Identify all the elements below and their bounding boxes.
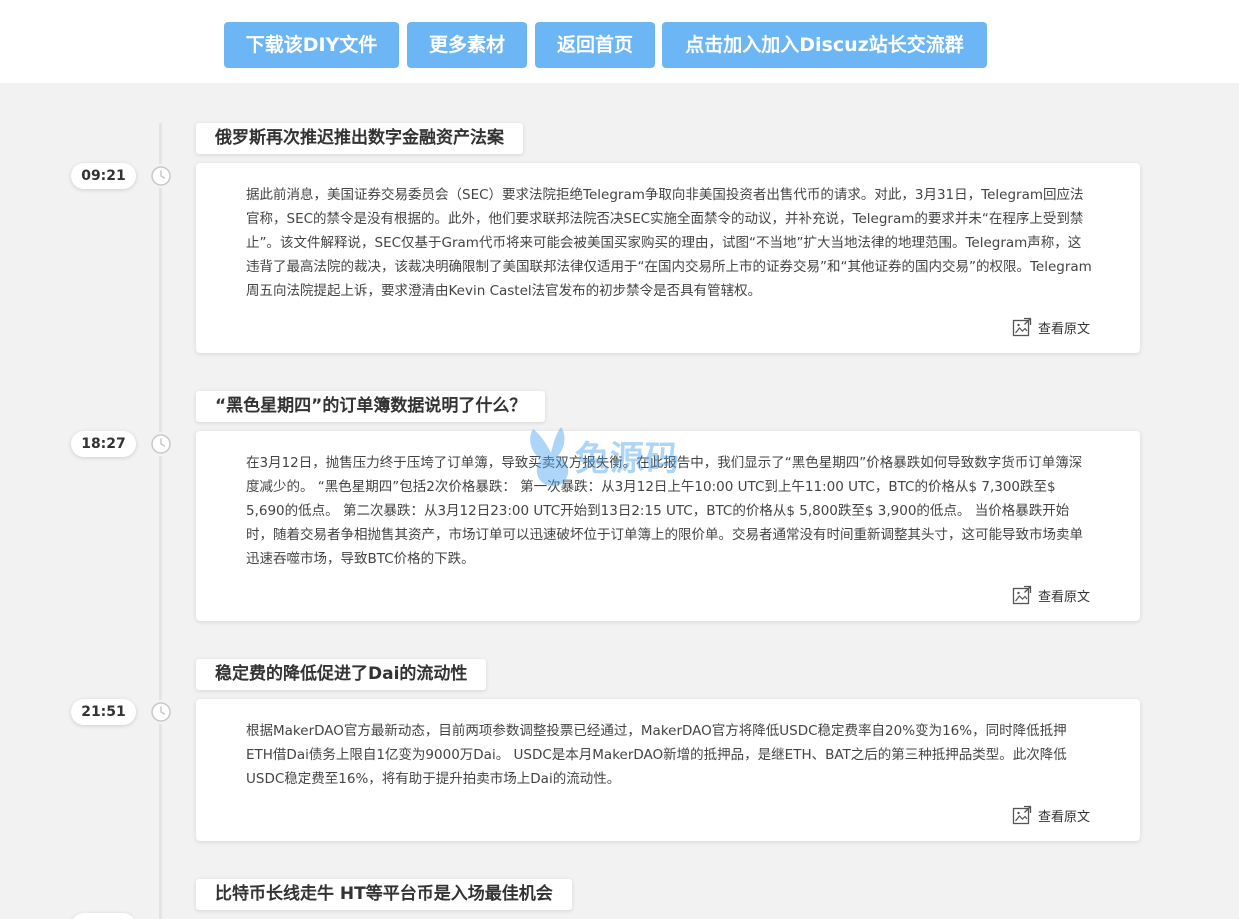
entry-body: 在3月12日，抛售压力终于压垮了订单簿，导致买卖双方报失衡。在此报告中，我们显示… [246, 455, 1083, 567]
clock-icon [149, 700, 173, 724]
entry-title[interactable]: 俄罗斯再次推迟推出数字金融资产法案 [196, 123, 523, 154]
download-diy-button[interactable]: 下载该DIY文件 [224, 22, 399, 68]
entry-card: 根据MakerDAO官方最新动态，目前两项参数调整投票已经通过，MakerDAO… [196, 699, 1140, 841]
join-group-button[interactable]: 点击加入加入Discuz站长交流群 [662, 22, 987, 68]
time-badge: 09:21 [71, 163, 136, 189]
view-original-label[interactable]: 查看原文 [1038, 318, 1090, 337]
time-badge: 18:27 [71, 431, 136, 457]
timeline-line [159, 123, 162, 919]
view-original-link[interactable]: 查看原文 [1012, 805, 1090, 825]
external-image-icon [1012, 805, 1032, 825]
time-badge: 21:51 [71, 699, 136, 725]
external-image-icon [1012, 585, 1032, 605]
entry-title[interactable]: 比特币长线走牛 HT等平台币是入场最佳机会 [196, 879, 572, 910]
entry-card: 在3月12日，抛售压力终于压垮了订单簿，导致买卖双方报失衡。在此报告中，我们显示… [196, 431, 1140, 621]
view-original-label[interactable]: 查看原文 [1038, 806, 1090, 825]
clock-icon [149, 164, 173, 188]
entry-body: 据此前消息，美国证券交易委员会（SEC）要求法院拒绝Telegram争取向非美国… [246, 187, 1092, 299]
clock-icon [149, 432, 173, 456]
entry-title[interactable]: “黑色星期四”的订单簿数据说明了什么？ [196, 391, 546, 422]
view-original-label[interactable]: 查看原文 [1038, 586, 1090, 605]
time-badge [71, 913, 136, 919]
top-toolbar: 下载该DIY文件 更多素材 返回首页 点击加入加入Discuz站长交流群 [0, 0, 1239, 83]
view-original-link[interactable]: 查看原文 [1012, 585, 1090, 605]
back-home-button[interactable]: 返回首页 [535, 22, 655, 68]
more-materials-button[interactable]: 更多素材 [407, 22, 527, 68]
entry-card: 据此前消息，美国证券交易委员会（SEC）要求法院拒绝Telegram争取向非美国… [196, 163, 1140, 353]
entry-title[interactable]: 稳定费的降低促进了Dai的流动性 [196, 659, 487, 690]
external-image-icon [1012, 317, 1032, 337]
view-original-link[interactable]: 查看原文 [1012, 317, 1090, 337]
entry-body: 根据MakerDAO官方最新动态，目前两项参数调整投票已经通过，MakerDAO… [246, 723, 1067, 787]
